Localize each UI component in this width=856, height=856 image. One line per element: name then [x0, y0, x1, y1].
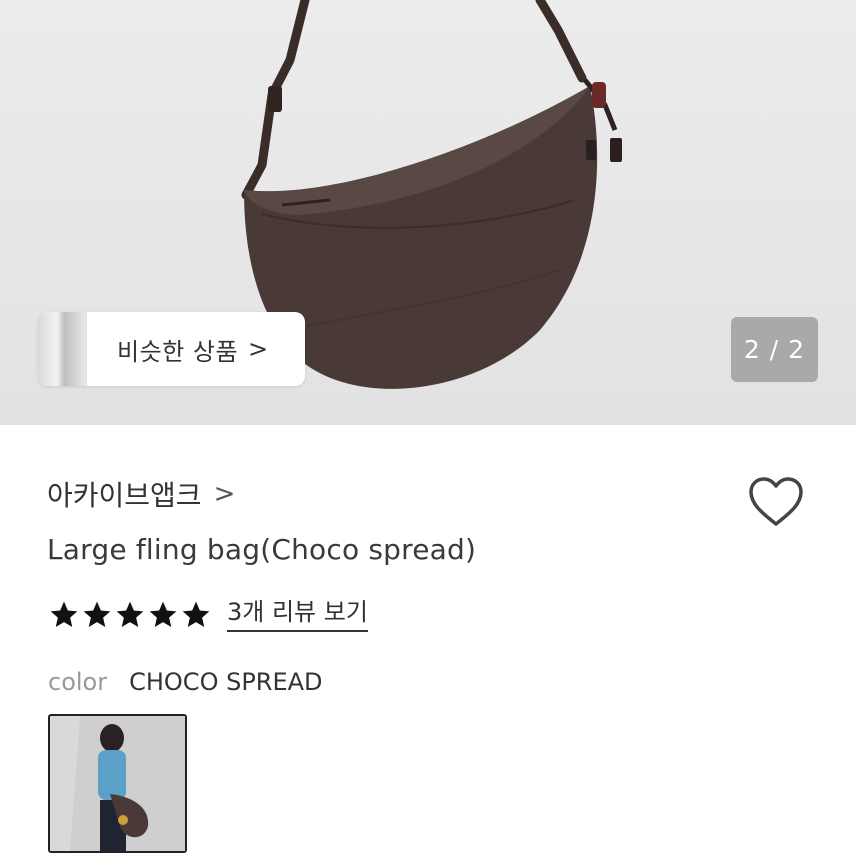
- option-value: CHOCO SPREAD: [129, 668, 323, 696]
- star-icon: [182, 601, 210, 627]
- brand-name: 아카이브앱크: [47, 479, 202, 512]
- similar-products-label: 비슷한 상품: [117, 337, 239, 366]
- color-swatch-thumbnail[interactable]: [48, 714, 187, 853]
- view-reviews-link[interactable]: 3개 리뷰 보기: [227, 598, 368, 632]
- similar-products-button[interactable]: 비슷한 상품 >: [38, 312, 305, 386]
- brand-link[interactable]: 아카이브앱크 >: [47, 474, 235, 514]
- product-image-gallery[interactable]: 비슷한 상품 > 2 / 2: [0, 0, 856, 425]
- rating-row: 3개 리뷰 보기: [48, 598, 368, 632]
- star-icon: [50, 601, 78, 627]
- star-rating: [48, 599, 213, 631]
- model-photo: [50, 716, 185, 851]
- heart-icon[interactable]: [748, 476, 804, 528]
- product-title: Large fling bag(Choco spread): [47, 533, 477, 566]
- image-counter: 2 / 2: [731, 317, 818, 382]
- star-icon: [149, 601, 177, 627]
- option-label: color: [48, 668, 108, 696]
- chevron-right-icon: >: [213, 479, 236, 509]
- similar-product-thumbnail: [38, 312, 87, 386]
- star-icon: [116, 601, 144, 627]
- chevron-right-icon: >: [248, 335, 269, 363]
- color-option-row: color CHOCO SPREAD: [48, 668, 323, 696]
- star-icon: [83, 601, 111, 627]
